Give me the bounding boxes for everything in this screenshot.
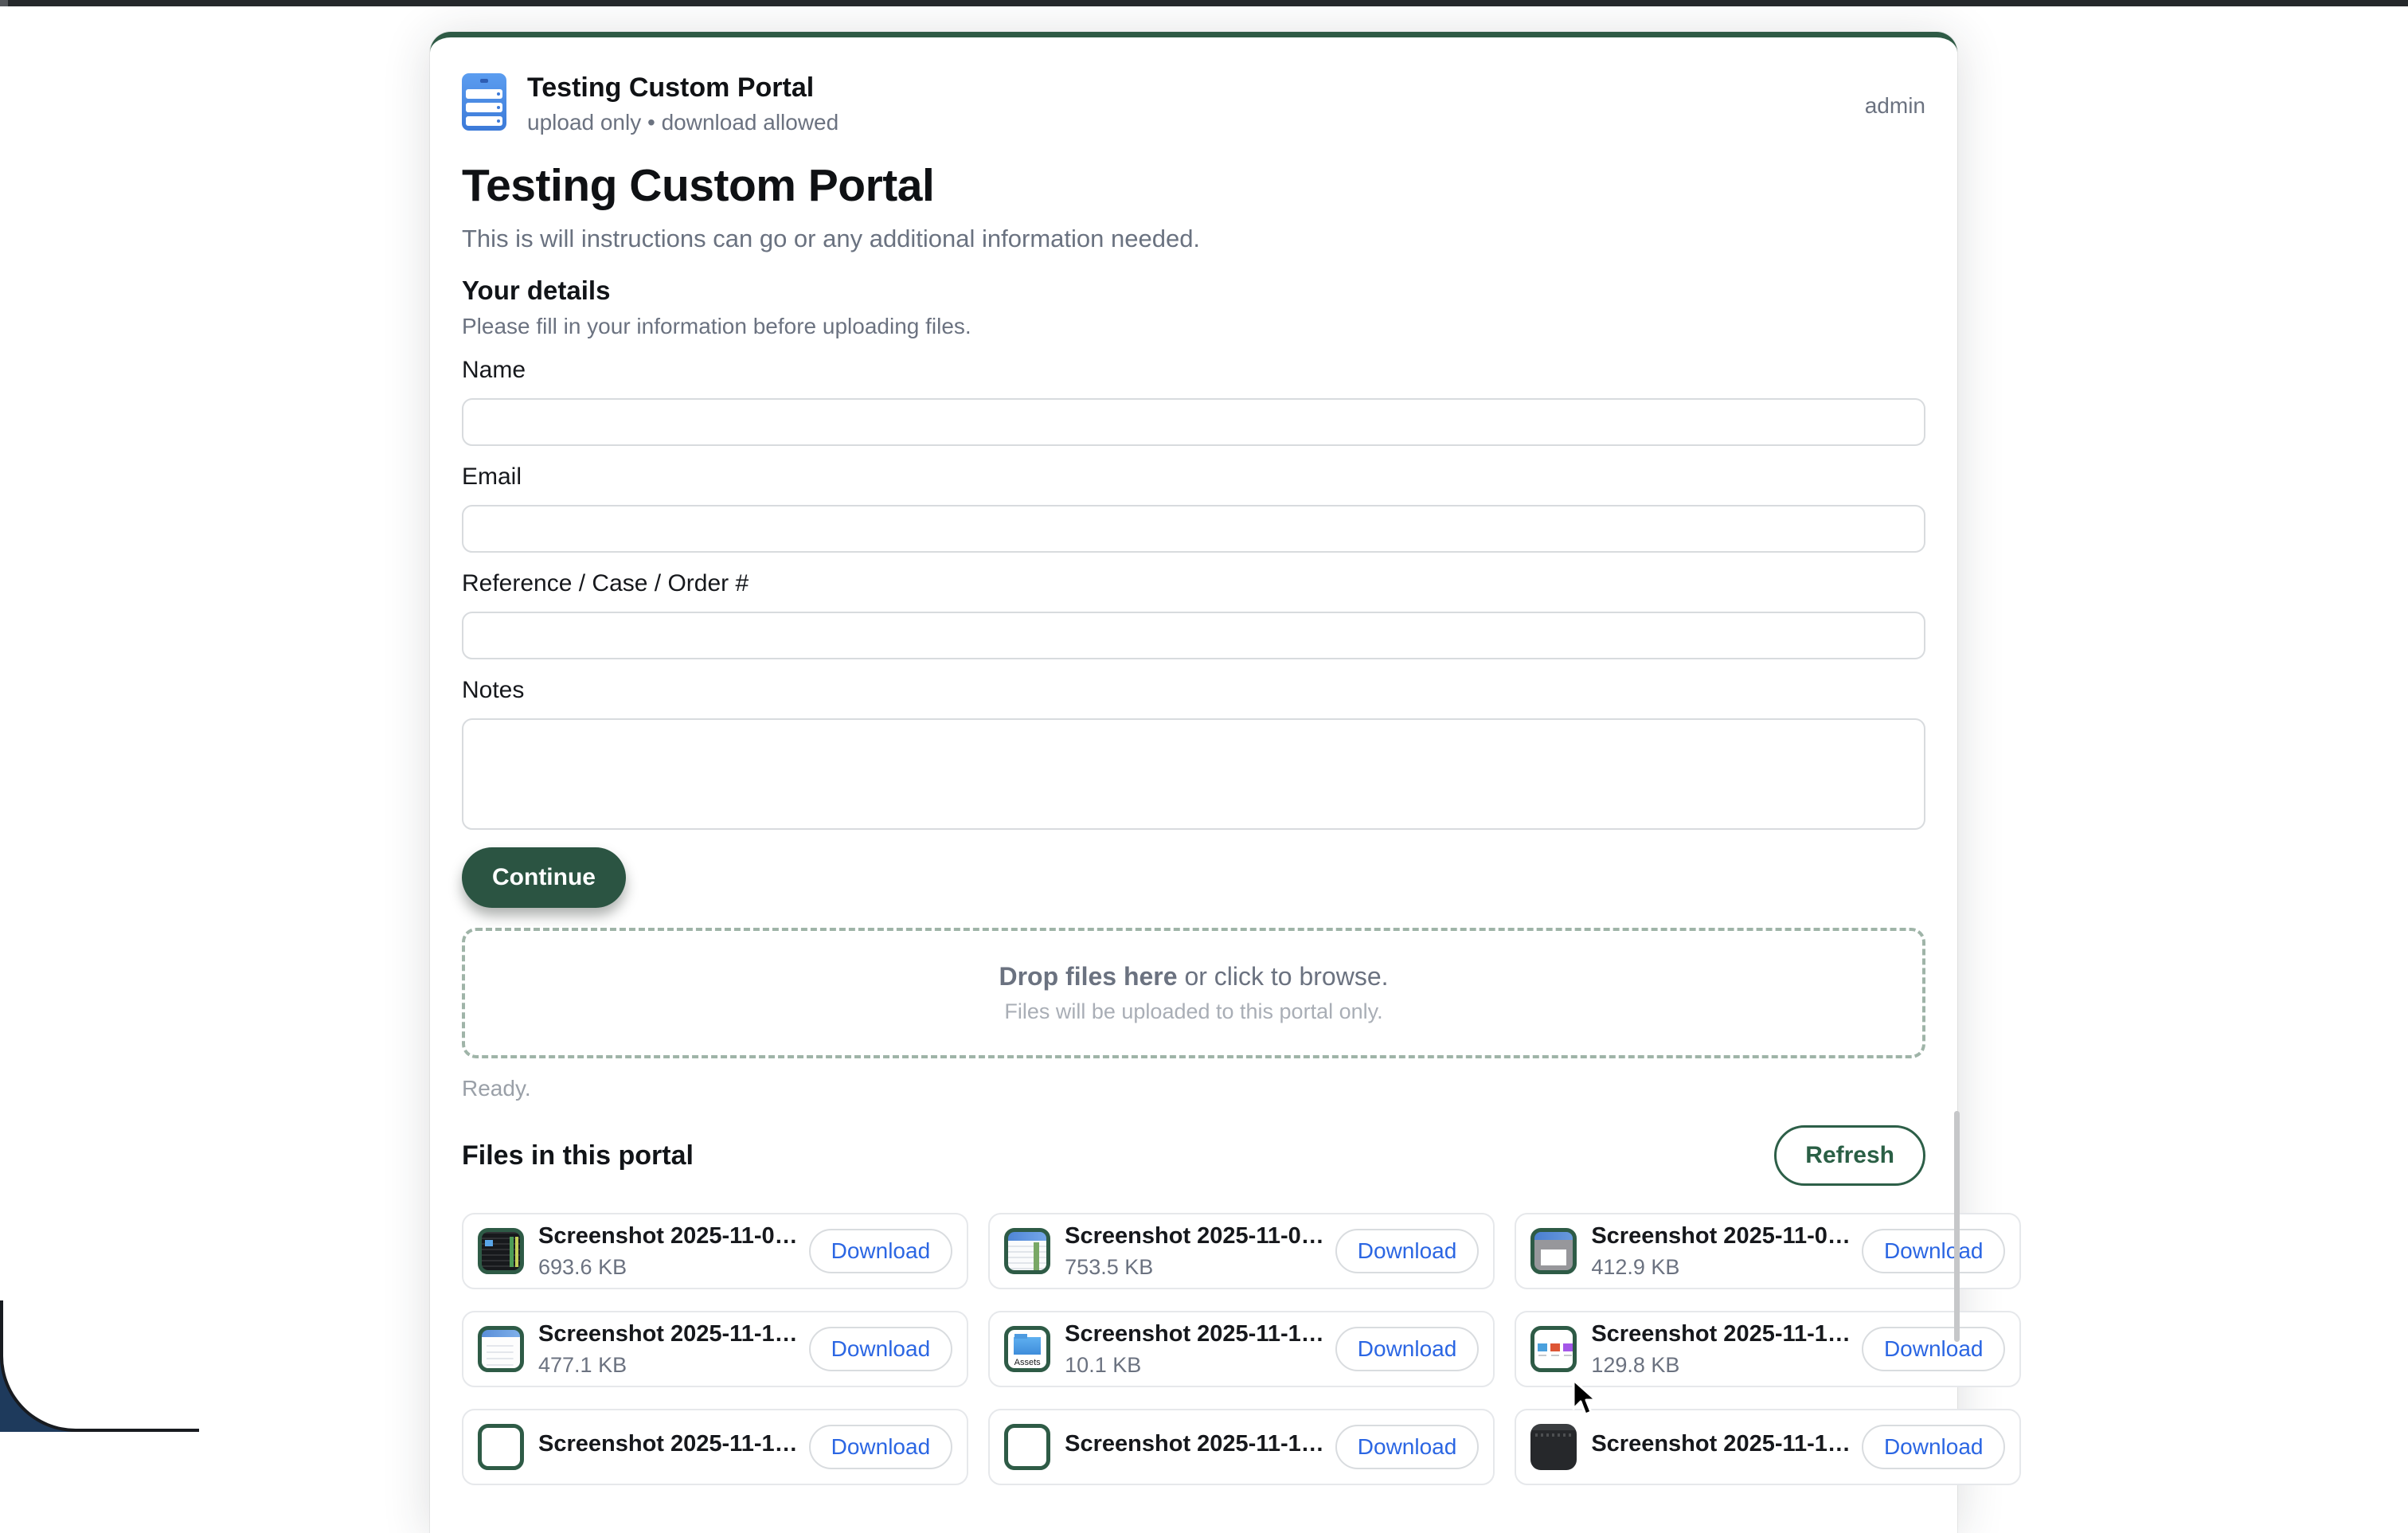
file-thumbnail bbox=[478, 1326, 524, 1372]
download-button[interactable]: Download bbox=[1335, 1229, 1480, 1273]
download-button[interactable]: Download bbox=[809, 1327, 953, 1371]
refresh-button[interactable]: Refresh bbox=[1774, 1125, 1925, 1186]
download-button[interactable]: Download bbox=[1335, 1327, 1480, 1371]
reference-field[interactable] bbox=[462, 612, 1925, 659]
file-size: 129.8 KB bbox=[1591, 1353, 1851, 1378]
details-section-hint: Please fill in your information before u… bbox=[462, 314, 1925, 339]
file-name: Screenshot 2025-11-1… bbox=[1065, 1431, 1324, 1457]
file-list-item: Screenshot 2025-11-1… 477.1 KB Download bbox=[462, 1311, 968, 1387]
notes-label: Notes bbox=[462, 677, 1925, 704]
file-list-item: Screenshot 2025-11-0… 753.5 KB Download bbox=[988, 1213, 1495, 1289]
download-button[interactable]: Download bbox=[1335, 1425, 1480, 1469]
download-button[interactable]: Download bbox=[1862, 1229, 2006, 1273]
top-bar-segment bbox=[0, 0, 8, 6]
file-name: Screenshot 2025-11-1… bbox=[1591, 1431, 1851, 1457]
file-size: 412.9 KB bbox=[1591, 1255, 1851, 1280]
page-title: Testing Custom Portal bbox=[462, 159, 1925, 212]
file-list-item: Screenshot 2025-11-1… Download bbox=[1515, 1409, 2021, 1485]
reference-label: Reference / Case / Order # bbox=[462, 570, 1925, 597]
file-list-item: Screenshot 2025-11-0… 693.6 KB Download bbox=[462, 1213, 968, 1289]
dropzone-primary-text: Drop files here or click to browse. bbox=[999, 962, 1388, 991]
dropzone-secondary-text: Files will be uploaded to this portal on… bbox=[1004, 999, 1382, 1024]
system-top-bar bbox=[0, 0, 2408, 6]
file-name: Screenshot 2025-11-1… bbox=[538, 1321, 798, 1347]
download-button[interactable]: Download bbox=[809, 1425, 953, 1469]
window-rounded-corner bbox=[0, 1300, 199, 1432]
files-grid: Screenshot 2025-11-0… 693.6 KB Download … bbox=[462, 1213, 1925, 1485]
upload-status-text: Ready. bbox=[462, 1076, 1925, 1101]
portal-header-title: Testing Custom Portal bbox=[527, 72, 838, 104]
name-field[interactable] bbox=[462, 398, 1925, 446]
file-size: 753.5 KB bbox=[1065, 1255, 1324, 1280]
admin-user-label: admin bbox=[1865, 93, 1925, 119]
page-description: This is will instructions can go or any … bbox=[462, 225, 1925, 253]
file-thumbnail bbox=[1530, 1424, 1577, 1470]
file-thumbnail bbox=[478, 1424, 524, 1470]
email-label: Email bbox=[462, 463, 1925, 491]
file-list-item: Assets Screenshot 2025-11-1… 10.1 KB Dow… bbox=[988, 1311, 1495, 1387]
thumbnail-label: Assets bbox=[1008, 1358, 1046, 1367]
name-label: Name bbox=[462, 357, 1925, 384]
file-size: 477.1 KB bbox=[538, 1353, 798, 1378]
scrollbar-thumb[interactable] bbox=[1954, 1111, 1960, 1342]
file-thumbnail bbox=[1004, 1424, 1050, 1470]
file-name: Screenshot 2025-11-1… bbox=[538, 1431, 798, 1457]
email-field[interactable] bbox=[462, 505, 1925, 553]
file-list-item: Screenshot 2025-11-0… 412.9 KB Download bbox=[1515, 1213, 2021, 1289]
details-section-title: Your details bbox=[462, 276, 1925, 306]
file-thumbnail bbox=[1004, 1228, 1050, 1274]
continue-button[interactable]: Continue bbox=[462, 847, 626, 908]
portal-server-icon bbox=[462, 73, 506, 135]
file-name: Screenshot 2025-11-0… bbox=[1065, 1223, 1324, 1249]
file-name: Screenshot 2025-11-0… bbox=[1591, 1223, 1851, 1249]
file-list-item: Screenshot 2025-11-1… 129.8 KB Download bbox=[1515, 1311, 2021, 1387]
file-thumbnail bbox=[1530, 1228, 1577, 1274]
file-thumbnail bbox=[1530, 1326, 1577, 1372]
portal-header-subtitle: upload only • download allowed bbox=[527, 110, 838, 135]
download-button[interactable]: Download bbox=[1862, 1327, 2006, 1371]
file-size: 10.1 KB bbox=[1065, 1353, 1324, 1378]
file-thumbnail bbox=[478, 1228, 524, 1274]
download-button[interactable]: Download bbox=[809, 1229, 953, 1273]
download-button[interactable]: Download bbox=[1862, 1425, 2006, 1469]
file-thumbnail: Assets bbox=[1004, 1326, 1050, 1372]
file-name: Screenshot 2025-11-0… bbox=[538, 1223, 798, 1249]
file-dropzone[interactable]: Drop files here or click to browse. File… bbox=[462, 928, 1925, 1058]
file-size: 693.6 KB bbox=[538, 1255, 798, 1280]
file-list-item: Screenshot 2025-11-1… Download bbox=[988, 1409, 1495, 1485]
file-name: Screenshot 2025-11-1… bbox=[1591, 1321, 1851, 1347]
file-name: Screenshot 2025-11-1… bbox=[1065, 1321, 1324, 1347]
files-section-title: Files in this portal bbox=[462, 1140, 694, 1171]
notes-field[interactable] bbox=[462, 718, 1925, 830]
file-list-item: Screenshot 2025-11-1… Download bbox=[462, 1409, 968, 1485]
portal-card: Testing Custom Portal upload only • down… bbox=[430, 32, 1957, 1533]
portal-header: Testing Custom Portal upload only • down… bbox=[462, 37, 1925, 135]
